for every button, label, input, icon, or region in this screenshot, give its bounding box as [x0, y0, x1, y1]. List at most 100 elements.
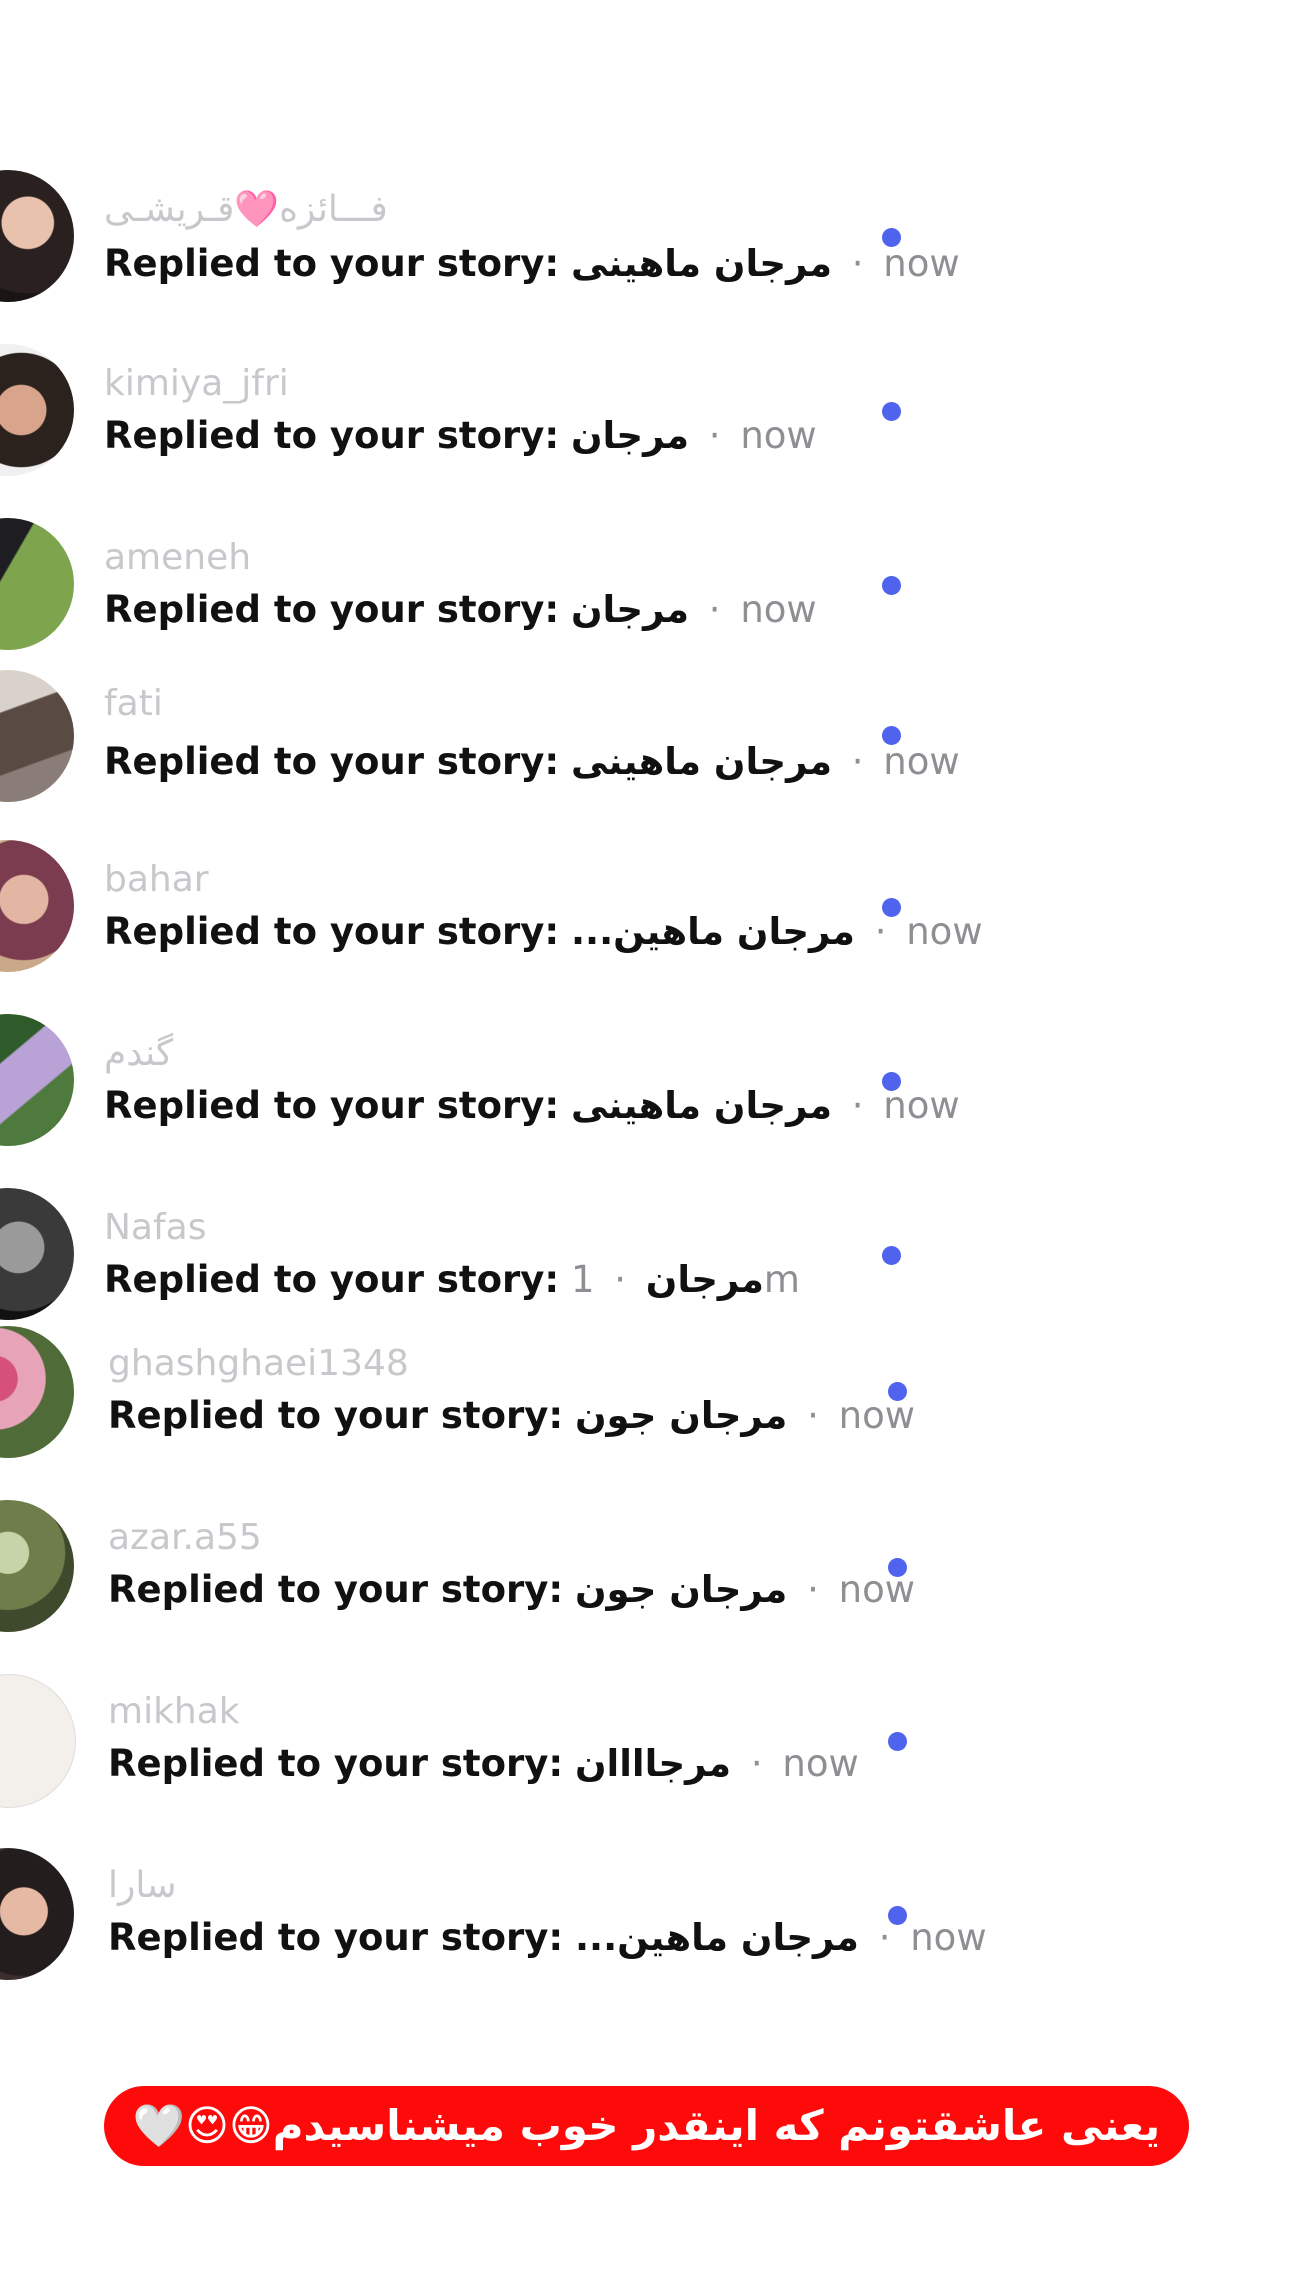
avatar[interactable]: [0, 170, 74, 302]
list-item[interactable]: ghashghaei1348 Replied to your story: مر…: [0, 1326, 1290, 1476]
separator: ·: [807, 1568, 819, 1611]
separator: ·: [807, 1394, 819, 1437]
reply-prefix: Replied to your story:: [108, 1568, 564, 1611]
username[interactable]: mikhak: [108, 1692, 240, 1732]
timestamp: now: [910, 1916, 987, 1959]
reply-text: مرجان ماهینی: [570, 242, 832, 285]
timestamp: now: [883, 740, 960, 783]
avatar[interactable]: [0, 1014, 74, 1146]
unread-dot-icon: [882, 228, 901, 247]
list-item[interactable]: azar.a55 Replied to your story: مرجان جو…: [0, 1500, 1290, 1650]
caption-banner: یعنی عاشقتونم که اینقدر خوب میشناسیدم😁😍🤍: [104, 2086, 1189, 2166]
avatar[interactable]: [0, 1326, 74, 1458]
timestamp: now: [782, 1742, 859, 1785]
reply-text: مرجاااان: [574, 1742, 732, 1785]
unread-dot-icon: [888, 1382, 907, 1401]
timestamp: now: [740, 414, 817, 457]
username[interactable]: سارا: [108, 1866, 177, 1906]
reply-text: مرجان: [570, 588, 690, 631]
username[interactable]: ghashghaei1348: [108, 1344, 409, 1384]
notification-message: Replied to your story: مرجان جون · now: [108, 1394, 915, 1438]
avatar[interactable]: [0, 1188, 74, 1320]
notification-message: Replied to your story: مرجان جون · now: [108, 1568, 915, 1612]
list-item[interactable]: kimiya_jfri Replied to your story: مرجان…: [0, 344, 1290, 494]
username[interactable]: azar.a55: [108, 1518, 262, 1558]
notification-message: Replied to your story: مرجاااان · now: [108, 1742, 859, 1786]
list-item[interactable]: فـــائزه🩷قـریشـی Replied to your story: …: [0, 170, 1290, 320]
reply-prefix: Replied to your story:: [104, 588, 560, 631]
reply-prefix: Replied to your story:: [104, 740, 560, 783]
timestamp: now: [740, 588, 817, 631]
unread-dot-icon: [882, 1246, 901, 1265]
avatar[interactable]: [0, 670, 74, 802]
unread-dot-icon: [882, 1072, 901, 1091]
avatar[interactable]: [0, 840, 74, 972]
unread-dot-icon: [882, 898, 901, 917]
list-item[interactable]: bahar Replied to your story: ...مرجان ما…: [0, 840, 1290, 990]
avatar[interactable]: [0, 1500, 74, 1632]
username[interactable]: fati: [104, 684, 163, 724]
separator: ·: [851, 242, 864, 285]
avatar[interactable]: [0, 344, 74, 476]
list-item[interactable]: سارا Replied to your story: ...مرجان ماه…: [0, 1848, 1290, 1998]
reply-text: مرجان جون: [574, 1394, 788, 1437]
reply-prefix: Replied to your story:: [104, 414, 560, 457]
timestamp: now: [883, 1084, 960, 1127]
notification-message: Replied to your story: ...مرجان ماهین · …: [104, 910, 983, 954]
username[interactable]: bahar: [104, 860, 209, 900]
list-item[interactable]: mikhak Replied to your story: مرجاااان ·…: [0, 1674, 1290, 1824]
separator: ·: [874, 910, 887, 953]
username[interactable]: گندم: [104, 1034, 173, 1074]
separator: ·: [614, 1258, 627, 1301]
reply-text: ...مرجان ماهین: [574, 1916, 859, 1959]
unread-dot-icon: [882, 576, 901, 595]
timestamp: now: [838, 1394, 915, 1437]
username[interactable]: فـــائزه🩷قـریشـی: [104, 190, 388, 230]
reply-text: مرجان ماهینی: [570, 740, 832, 783]
reply-prefix: Replied to your story:: [104, 1258, 560, 1301]
notification-message: Replied to your story: مرجان ماهینی · no…: [104, 242, 960, 286]
notification-list: فـــائزه🩷قـریشـی Replied to your story: …: [0, 0, 1290, 2000]
notification-message: Replied to your story: مرجان · now: [104, 588, 817, 632]
separator: ·: [750, 1742, 763, 1785]
unread-dot-icon: [888, 1732, 907, 1751]
list-item[interactable]: fati Replied to your story: مرجان ماهینی…: [0, 670, 1290, 820]
reply-prefix: Replied to your story:: [104, 1084, 560, 1127]
caption-text: یعنی عاشقتونم که اینقدر خوب میشناسیدم😁😍🤍: [132, 2101, 1161, 2150]
username[interactable]: kimiya_jfri: [104, 364, 289, 404]
notification-message: Replied to your story: مرجان · now: [104, 414, 817, 458]
reply-prefix: Replied to your story:: [104, 910, 560, 953]
avatar[interactable]: [0, 1848, 74, 1980]
unread-dot-icon: [882, 726, 901, 745]
notification-message: Replied to your story: مرجان ماهینی · no…: [104, 1084, 960, 1128]
reply-text: مرجان: [570, 414, 690, 457]
separator: ·: [708, 414, 721, 457]
notification-message: Replied to your story: مرجان · 1m: [104, 1258, 800, 1302]
list-item[interactable]: ameneh Replied to your story: مرجان · no…: [0, 518, 1290, 668]
avatar[interactable]: [0, 1674, 76, 1808]
reply-prefix: Replied to your story:: [104, 242, 560, 285]
unread-dot-icon: [882, 402, 901, 421]
notification-message: Replied to your story: ...مرجان ماهین · …: [108, 1916, 987, 1960]
reply-prefix: Replied to your story:: [108, 1916, 564, 1959]
reply-text: ...مرجان ماهین: [570, 910, 855, 953]
separator: ·: [878, 1916, 891, 1959]
avatar[interactable]: [0, 518, 74, 650]
reply-text: مرجان: [645, 1258, 764, 1301]
username[interactable]: Nafas: [104, 1208, 206, 1248]
list-item[interactable]: Nafas Replied to your story: مرجان · 1m: [0, 1188, 1290, 1338]
separator: ·: [708, 588, 721, 631]
notification-message: Replied to your story: مرجان ماهینی · no…: [104, 740, 960, 784]
reply-prefix: Replied to your story:: [108, 1394, 564, 1437]
unread-dot-icon: [888, 1906, 907, 1925]
list-item[interactable]: گندم Replied to your story: مرجان ماهینی…: [0, 1014, 1290, 1164]
separator: ·: [851, 740, 864, 783]
separator: ·: [851, 1084, 864, 1127]
timestamp: now: [906, 910, 983, 953]
reply-prefix: Replied to your story:: [108, 1742, 564, 1785]
reply-text: مرجان ماهینی: [570, 1084, 832, 1127]
timestamp: now: [883, 242, 960, 285]
reply-text: مرجان جون: [574, 1568, 788, 1611]
username[interactable]: ameneh: [104, 538, 251, 578]
unread-dot-icon: [888, 1558, 907, 1577]
